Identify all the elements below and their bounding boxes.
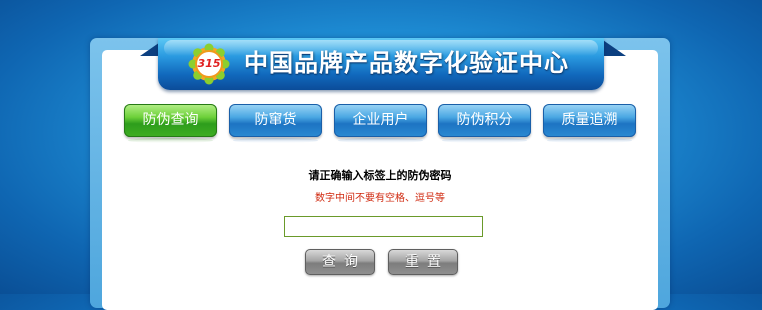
tab-anti-diversion[interactable]: 防窜货 — [229, 104, 322, 143]
tab-enterprise-user[interactable]: 企业用户 — [334, 104, 427, 143]
input-prompt: 请正确输入标签上的防伪密码 — [308, 169, 452, 182]
site-title: 中国品牌产品数字化验证中心 — [244, 49, 569, 77]
tab-anti-counterfeit-points[interactable]: 防伪积分 — [438, 104, 531, 143]
header-ribbon: 315 中国品牌产品数字化验证中心 — [158, 38, 604, 90]
logo-text: 315 — [197, 57, 221, 70]
logo: 315 — [188, 43, 230, 85]
input-hint: 数字中间不要有空格、逗号等 — [315, 193, 445, 204]
anti-counterfeit-code-input[interactable] — [284, 216, 483, 237]
tab-quality-trace[interactable]: 质量追溯 — [543, 104, 636, 143]
tab-anti-counterfeit-query[interactable]: 防伪查询 — [124, 104, 217, 143]
reset-button[interactable]: 重置 — [388, 249, 458, 275]
tab-bar: 防伪查询 防窜货 企业用户 防伪积分 质量追溯 — [124, 104, 638, 143]
query-button[interactable]: 查询 — [305, 249, 375, 275]
